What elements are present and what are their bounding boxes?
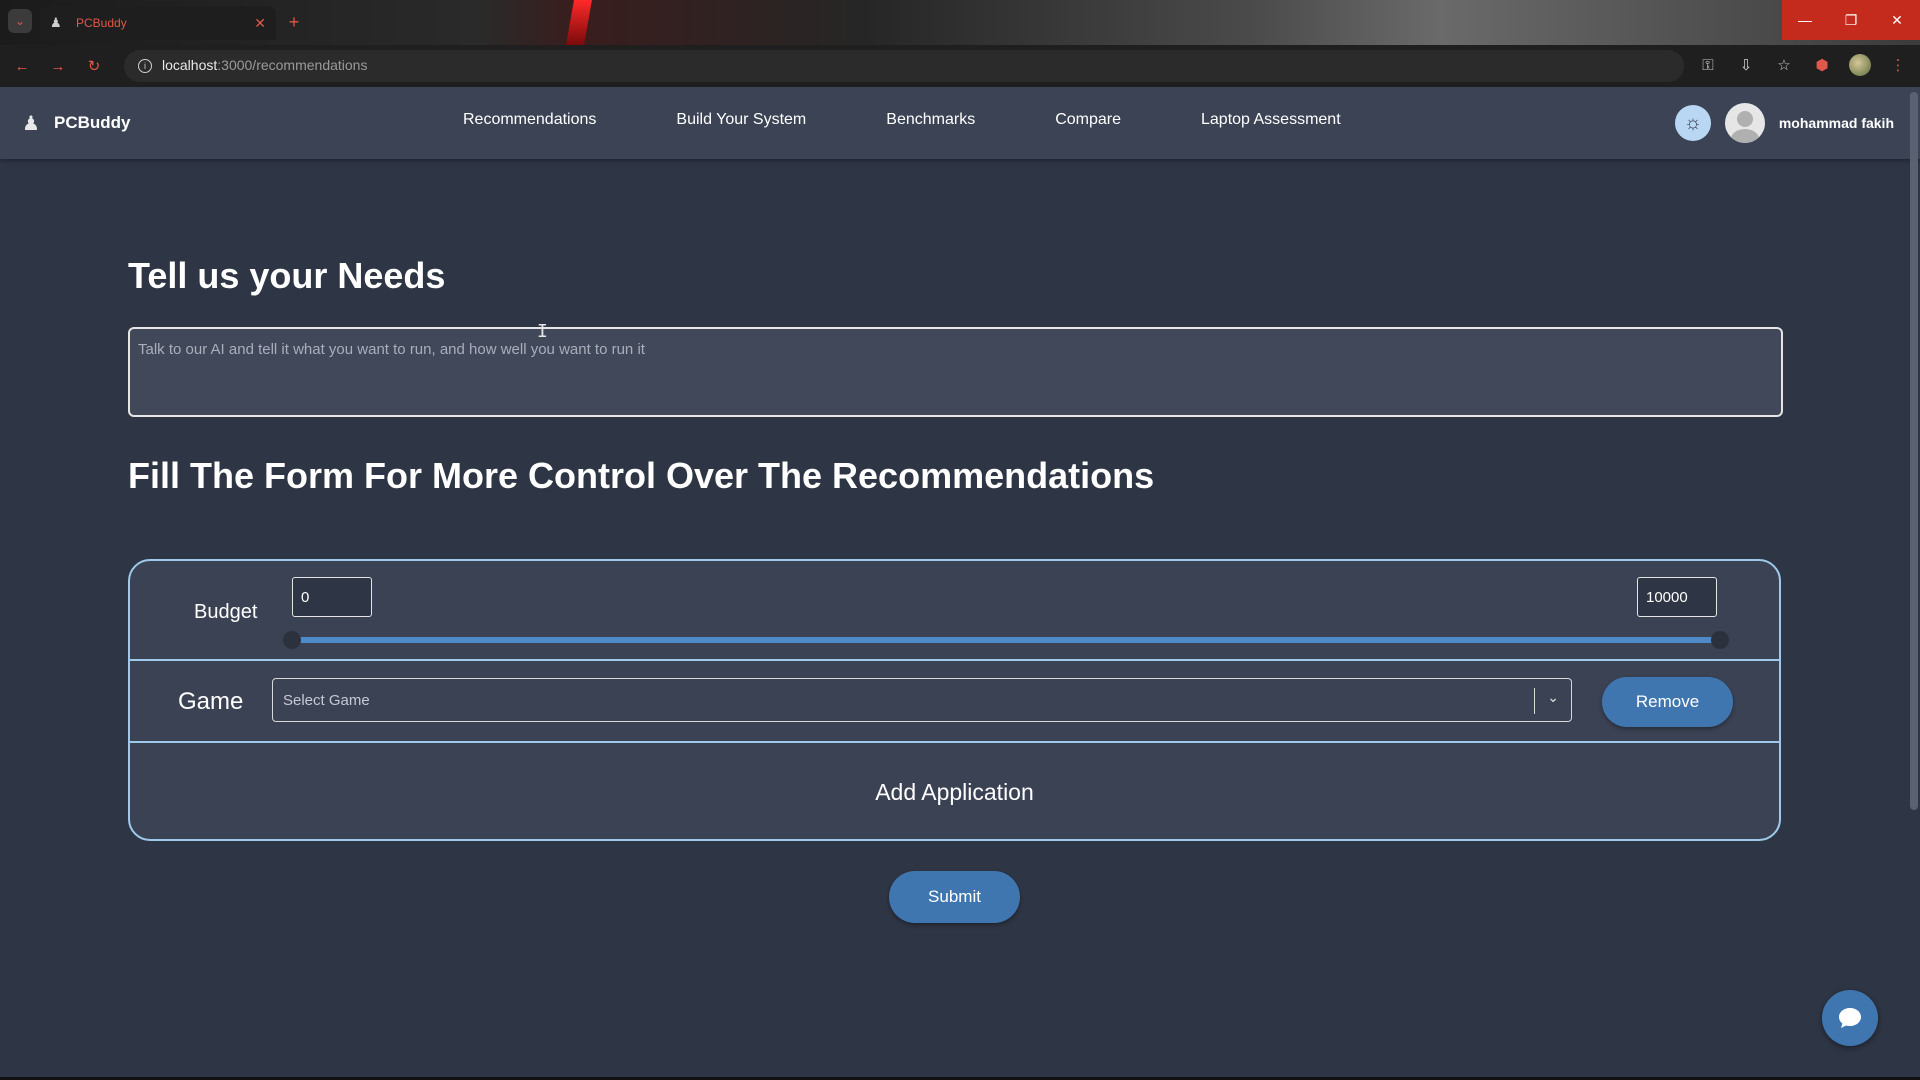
bookmark-star-icon[interactable]: ☆ [1772, 53, 1796, 77]
close-icon[interactable]: ✕ [1874, 0, 1920, 40]
chevron-down-icon[interactable]: ⌄ [1547, 689, 1559, 706]
form-title: Fill The Form For More Control Over The … [128, 455, 1155, 496]
profile-avatar-icon[interactable] [1848, 53, 1872, 77]
address-bar[interactable]: i localhost:3000/recommendations [124, 50, 1684, 82]
browser-toolbar: ← → ↻ i localhost:3000/recommendations ⚿… [0, 45, 1920, 87]
nav-link-recommendations[interactable]: Recommendations [463, 111, 596, 129]
site-info-icon[interactable]: i [138, 59, 152, 73]
brand[interactable]: ♟ PCBuddy [16, 109, 131, 137]
budget-row: Budget [130, 561, 1779, 661]
budget-max-handle[interactable] [1711, 631, 1729, 649]
chat-bubble-svg [1839, 1008, 1861, 1028]
browser-menu-icon[interactable]: ⋮ [1886, 53, 1910, 77]
browser-actions: ⚿ ⇩ ☆ ⬢ ⋮ [1696, 53, 1910, 77]
browser-tab[interactable]: ♟ PCBuddy ✕ [40, 6, 276, 40]
needs-title: Tell us your Needs [128, 255, 446, 296]
theme-toggle-sun-icon[interactable]: ☼ [1674, 105, 1711, 141]
page-scrollbar[interactable] [1910, 92, 1918, 810]
tab-close-icon[interactable]: ✕ [254, 15, 266, 32]
restore-icon[interactable]: ❐ [1828, 0, 1874, 40]
app-navbar: ♟ PCBuddy Recommendations Build Your Sys… [0, 87, 1920, 159]
install-app-icon[interactable]: ⇩ [1734, 53, 1758, 77]
wallpaper-decoration [566, 0, 592, 45]
nav-link-compare[interactable]: Compare [1055, 111, 1121, 129]
pcbuddy-logo-icon: ♟ [22, 112, 40, 135]
submit-button[interactable]: Submit [889, 871, 1020, 923]
recommendation-form: Budget Game Select Game ⌄ Remove Add App… [128, 559, 1781, 841]
game-select[interactable]: Select Game ⌄ [272, 678, 1572, 722]
nav-user-area: ☼ mohammad fakih [1674, 103, 1894, 143]
nav-link-build-your-system[interactable]: Build Your System [676, 111, 806, 129]
user-avatar[interactable] [1724, 103, 1765, 143]
new-tab-icon[interactable]: + [282, 10, 306, 34]
budget-min-input[interactable] [292, 577, 372, 617]
tab-search-icon[interactable]: ⌄ [8, 9, 32, 33]
add-application-button[interactable]: Add Application [130, 779, 1779, 806]
back-icon[interactable]: ← [8, 52, 36, 80]
budget-label: Budget [194, 601, 258, 623]
window-controls: — ❐ ✕ [1782, 0, 1920, 40]
password-key-icon[interactable]: ⚿ [1696, 53, 1720, 77]
text-cursor-icon: I [537, 321, 548, 342]
game-select-placeholder: Select Game [283, 692, 370, 709]
nav-link-benchmarks[interactable]: Benchmarks [886, 111, 975, 129]
url-host: localhost [162, 57, 218, 73]
budget-range-slider[interactable] [292, 637, 1720, 643]
ai-needs-input[interactable] [128, 327, 1783, 417]
url-path: :3000/recommendations [217, 57, 368, 73]
tab-title: PCBuddy [76, 16, 127, 30]
remove-game-button[interactable]: Remove [1602, 677, 1733, 727]
budget-max-input[interactable] [1637, 577, 1717, 617]
nav-link-laptop-assessment[interactable]: Laptop Assessment [1201, 111, 1341, 129]
nav-links: Recommendations Build Your System Benchm… [463, 111, 1341, 129]
budget-min-handle[interactable] [283, 631, 301, 649]
forward-icon[interactable]: → [44, 52, 72, 80]
extension-icon[interactable]: ⬢ [1810, 53, 1834, 77]
brand-name: PCBuddy [54, 113, 131, 132]
browser-tabstrip: ⌄ ♟ PCBuddy ✕ + — ❐ ✕ [0, 0, 1920, 45]
select-divider [1533, 688, 1535, 714]
reload-icon[interactable]: ↻ [80, 52, 108, 80]
pcbuddy-favicon-icon: ♟ [50, 15, 62, 30]
username[interactable]: mohammad fakih [1779, 115, 1894, 131]
game-label: Game [178, 688, 244, 715]
minimize-icon[interactable]: — [1782, 0, 1828, 40]
chat-bubble-icon[interactable] [1822, 990, 1878, 1046]
game-row: Game Select Game ⌄ Remove [130, 661, 1779, 743]
add-application-row[interactable]: Add Application [130, 743, 1779, 839]
